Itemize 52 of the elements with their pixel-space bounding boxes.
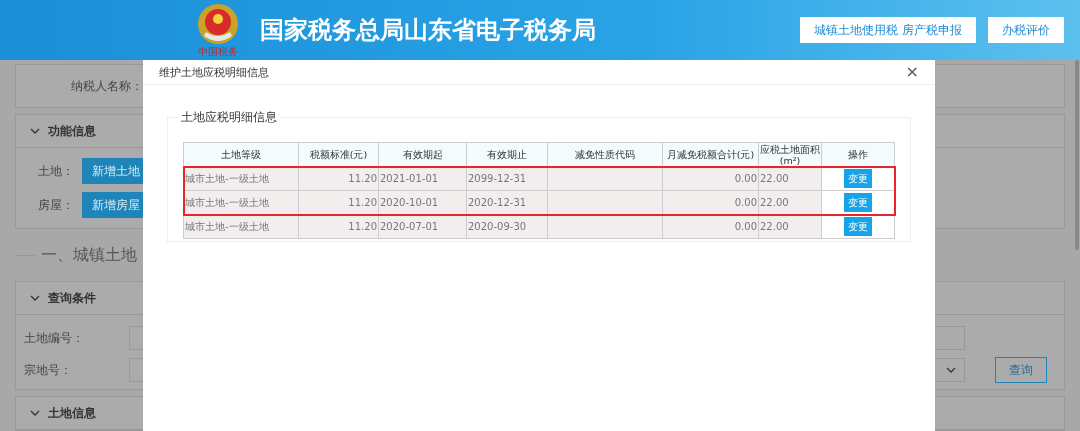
table-cell: 2020-07-01: [379, 215, 467, 239]
table-cell: 2021-01-01: [379, 167, 467, 191]
column-header: 月减免税额合计(元): [663, 143, 759, 167]
column-header: 有效期起: [379, 143, 467, 167]
chevron-icon[interactable]: [30, 410, 40, 416]
table-cell: 2020-12-31: [467, 191, 548, 215]
dropdown-caret-icon: [946, 367, 956, 373]
column-header: 减免性质代码: [548, 143, 663, 167]
chevron-icon[interactable]: [30, 295, 40, 301]
table-cell: 22.00: [759, 215, 822, 239]
field-label: 房屋：: [38, 196, 74, 214]
panel-title: 土地信息: [48, 404, 96, 422]
column-header: 操作: [822, 143, 895, 167]
column-header: 有效期止: [467, 143, 548, 167]
dialog-title: 维护土地应税明细信息: [159, 64, 269, 80]
table-cell: 0.00: [663, 167, 759, 191]
panel-title: 查询条件: [48, 289, 96, 307]
header-button[interactable]: 城镇土地使用税 房产税申报: [800, 17, 976, 43]
section-heading: 一、城镇土地: [41, 244, 137, 266]
scrollbar[interactable]: [1075, 60, 1079, 250]
change-button[interactable]: 变更: [844, 217, 872, 236]
table-cell: 城市土地-一级土地: [184, 167, 299, 191]
emblem-icon: [196, 2, 240, 46]
query-button[interactable]: 查询: [995, 357, 1047, 383]
close-button[interactable]: ×: [905, 64, 919, 80]
table-cell: 11.20: [299, 167, 379, 191]
column-header: 土地等级: [184, 143, 299, 167]
change-button[interactable]: 变更: [844, 169, 872, 188]
table-cell: 0.00: [663, 215, 759, 239]
table-cell: 22.00: [759, 191, 822, 215]
table-cell: 2020-09-30: [467, 215, 548, 239]
table-cell: 2099-12-31: [467, 167, 548, 191]
column-header: 税额标准(元): [299, 143, 379, 167]
field-label: 纳税人名称：: [71, 77, 143, 95]
column-header: 应税土地面积(m²): [759, 143, 822, 167]
table-cell: 22.00: [759, 167, 822, 191]
table-cell: 11.20: [299, 191, 379, 215]
logo-text: 中国税务: [198, 46, 238, 58]
field-label: 宗地号：: [24, 361, 73, 379]
chevron-icon[interactable]: [30, 128, 40, 134]
table-cell: 0.00: [663, 191, 759, 215]
table-cell: 2020-10-01: [379, 191, 467, 215]
table-cell: 11.20: [299, 215, 379, 239]
table-cell: 城市土地-一级土地: [184, 191, 299, 215]
panel-title: 功能信息: [48, 122, 96, 140]
header-button[interactable]: 办税评价: [988, 17, 1064, 43]
table-cell: 城市土地-一级土地: [184, 215, 299, 239]
fieldset-legend: 土地应税明细信息: [178, 109, 280, 126]
change-button[interactable]: 变更: [844, 193, 872, 212]
field-label: 土地编号：: [24, 329, 85, 347]
site-title: 国家税务总局山东省电子税务局: [260, 15, 596, 46]
field-label: 土地：: [38, 162, 74, 180]
